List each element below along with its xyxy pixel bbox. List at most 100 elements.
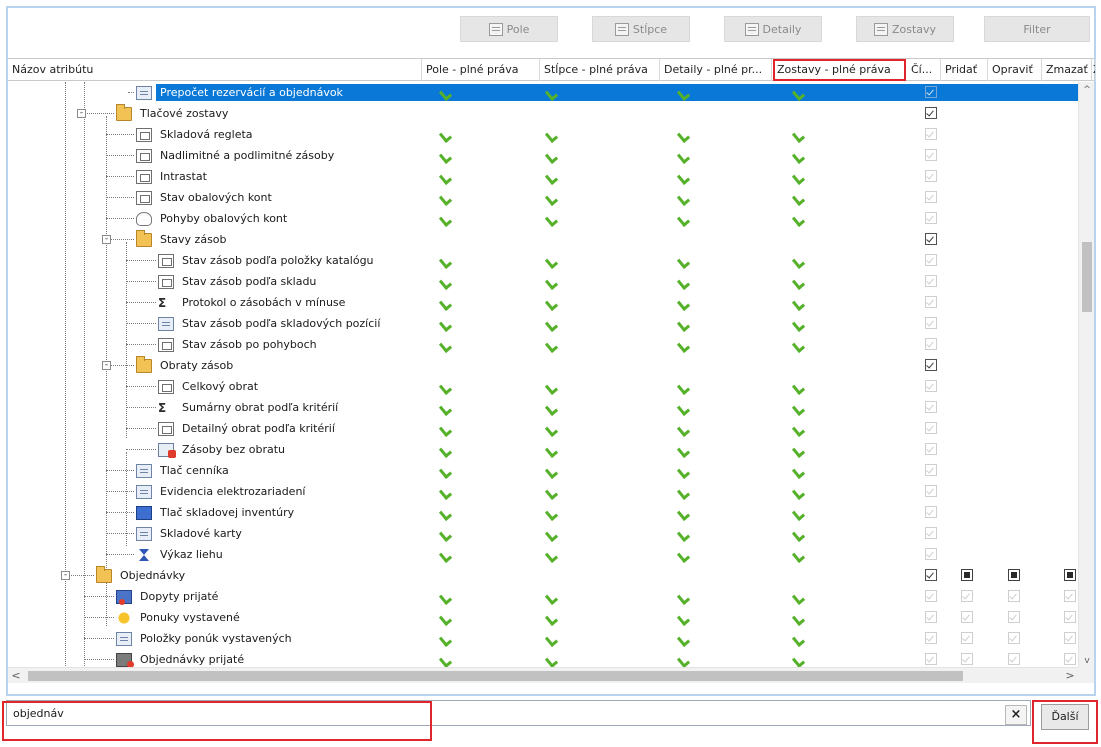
right-granted-check-icon[interactable] xyxy=(444,464,458,477)
col-header-zmazat[interactable]: Zmazať xyxy=(1042,59,1092,81)
right-granted-check-icon[interactable] xyxy=(444,128,458,141)
right-granted-check-icon[interactable] xyxy=(797,191,811,204)
right-granted-check-icon[interactable] xyxy=(550,611,564,624)
permission-checkbox[interactable] xyxy=(1064,569,1076,581)
read-checkbox[interactable] xyxy=(925,506,937,518)
right-granted-check-icon[interactable] xyxy=(797,86,811,99)
right-granted-check-icon[interactable] xyxy=(682,632,696,645)
right-granted-check-icon[interactable] xyxy=(444,170,458,183)
right-granted-check-icon[interactable] xyxy=(797,464,811,477)
right-granted-check-icon[interactable] xyxy=(550,401,564,414)
read-checkbox[interactable] xyxy=(925,422,937,434)
read-checkbox[interactable] xyxy=(925,569,937,581)
right-granted-check-icon[interactable] xyxy=(797,170,811,183)
right-granted-check-icon[interactable] xyxy=(682,338,696,351)
table-row[interactable]: Pohyby obalových kont xyxy=(8,208,1078,229)
right-granted-check-icon[interactable] xyxy=(444,317,458,330)
right-granted-check-icon[interactable] xyxy=(682,317,696,330)
right-granted-check-icon[interactable] xyxy=(797,401,811,414)
read-checkbox[interactable] xyxy=(925,632,937,644)
right-granted-check-icon[interactable] xyxy=(682,443,696,456)
scroll-right-icon[interactable]: > xyxy=(1062,668,1078,684)
right-granted-check-icon[interactable] xyxy=(797,443,811,456)
read-checkbox[interactable] xyxy=(925,254,937,266)
detaily-button[interactable]: Detaily xyxy=(724,16,822,42)
permission-checkbox[interactable] xyxy=(961,611,973,623)
right-granted-check-icon[interactable] xyxy=(550,485,564,498)
vertical-scrollbar[interactable]: ^ v xyxy=(1078,82,1094,669)
right-granted-check-icon[interactable] xyxy=(444,443,458,456)
table-row[interactable]: Nadlimitné a podlimitné zásoby xyxy=(8,145,1078,166)
right-granted-check-icon[interactable] xyxy=(444,401,458,414)
permission-checkbox[interactable] xyxy=(1064,632,1076,644)
right-granted-check-icon[interactable] xyxy=(444,380,458,393)
table-row[interactable]: Položky ponúk vystavených xyxy=(8,628,1078,649)
collapse-toggle-icon[interactable]: - xyxy=(61,571,70,580)
right-granted-check-icon[interactable] xyxy=(444,653,458,666)
col-header-pole[interactable]: Pole - plné práva xyxy=(422,59,540,81)
right-granted-check-icon[interactable] xyxy=(444,338,458,351)
table-row[interactable]: Tlač cenníka xyxy=(8,460,1078,481)
permission-checkbox[interactable] xyxy=(1008,569,1020,581)
right-granted-check-icon[interactable] xyxy=(682,464,696,477)
right-granted-check-icon[interactable] xyxy=(797,506,811,519)
read-checkbox[interactable] xyxy=(925,653,937,665)
table-row[interactable]: Skladové karty xyxy=(8,523,1078,544)
right-granted-check-icon[interactable] xyxy=(550,632,564,645)
right-granted-check-icon[interactable] xyxy=(797,338,811,351)
right-granted-check-icon[interactable] xyxy=(682,128,696,141)
col-header-pridat[interactable]: Pridať xyxy=(941,59,988,81)
table-row[interactable]: Stav zásob podľa skladových pozícií xyxy=(8,313,1078,334)
read-checkbox[interactable] xyxy=(925,590,937,602)
permission-checkbox[interactable] xyxy=(1008,653,1020,665)
right-granted-check-icon[interactable] xyxy=(797,590,811,603)
right-granted-check-icon[interactable] xyxy=(682,485,696,498)
right-granted-check-icon[interactable] xyxy=(797,548,811,561)
read-checkbox[interactable] xyxy=(925,380,937,392)
right-granted-check-icon[interactable] xyxy=(550,590,564,603)
permission-checkbox[interactable] xyxy=(1064,611,1076,623)
read-checkbox[interactable] xyxy=(925,611,937,623)
table-row[interactable]: - Objednávky xyxy=(8,565,1078,586)
scroll-left-icon[interactable]: < xyxy=(8,668,24,684)
read-checkbox[interactable] xyxy=(925,485,937,497)
right-granted-check-icon[interactable] xyxy=(797,380,811,393)
permission-checkbox[interactable] xyxy=(961,632,973,644)
read-checkbox[interactable] xyxy=(925,128,937,140)
stlpce-button[interactable]: Stĺpce xyxy=(592,16,690,42)
right-granted-check-icon[interactable] xyxy=(797,485,811,498)
right-granted-check-icon[interactable] xyxy=(550,506,564,519)
permission-checkbox[interactable] xyxy=(1008,590,1020,602)
right-granted-check-icon[interactable] xyxy=(550,254,564,267)
right-granted-check-icon[interactable] xyxy=(444,548,458,561)
read-checkbox[interactable] xyxy=(925,401,937,413)
col-header-stlpce[interactable]: Stĺpce - plné práva xyxy=(540,59,660,81)
right-granted-check-icon[interactable] xyxy=(550,548,564,561)
right-granted-check-icon[interactable] xyxy=(550,317,564,330)
collapse-toggle-icon[interactable]: - xyxy=(102,235,111,244)
permission-checkbox[interactable] xyxy=(961,569,973,581)
right-granted-check-icon[interactable] xyxy=(444,296,458,309)
table-row[interactable]: Stav zásob po pohyboch xyxy=(8,334,1078,355)
col-header-zostavy[interactable]: Zostavy - plné práva xyxy=(773,59,906,81)
right-granted-check-icon[interactable] xyxy=(682,422,696,435)
right-granted-check-icon[interactable] xyxy=(797,275,811,288)
right-granted-check-icon[interactable] xyxy=(682,611,696,624)
right-granted-check-icon[interactable] xyxy=(444,611,458,624)
right-granted-check-icon[interactable] xyxy=(682,548,696,561)
read-checkbox[interactable] xyxy=(925,296,937,308)
right-granted-check-icon[interactable] xyxy=(682,170,696,183)
read-checkbox[interactable] xyxy=(925,548,937,560)
col-header-citat[interactable]: Čí... xyxy=(907,59,941,81)
right-granted-check-icon[interactable] xyxy=(550,422,564,435)
table-row[interactable]: Evidencia elektrozariadení xyxy=(8,481,1078,502)
table-row[interactable]: Intrastat xyxy=(8,166,1078,187)
table-row[interactable]: Skladová regleta xyxy=(8,124,1078,145)
read-checkbox[interactable] xyxy=(925,275,937,287)
table-row[interactable]: Σ Protokol o zásobách v mínuse xyxy=(8,292,1078,313)
table-row[interactable]: Detailný obrat podľa kritérií xyxy=(8,418,1078,439)
permission-checkbox[interactable] xyxy=(1008,611,1020,623)
horizontal-scrollbar[interactable]: < > xyxy=(8,667,1078,683)
right-granted-check-icon[interactable] xyxy=(682,149,696,162)
collapse-toggle-icon[interactable]: - xyxy=(102,361,111,370)
